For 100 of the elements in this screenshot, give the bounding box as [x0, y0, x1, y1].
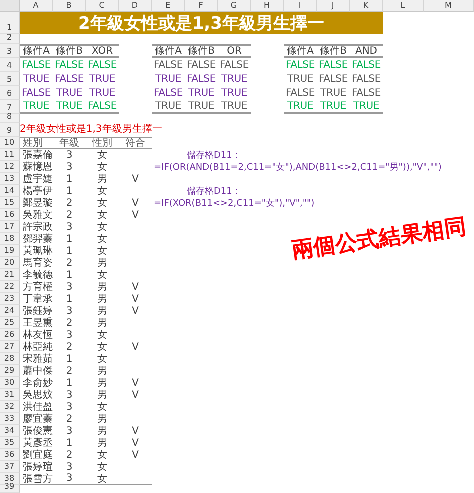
table-cell-text: 王昱熏	[22, 317, 53, 329]
row-header[interactable]: 11	[0, 149, 20, 161]
column-header[interactable]: G	[218, 0, 251, 12]
row-header[interactable]: 6	[0, 86, 20, 100]
row-header[interactable]: 8	[0, 114, 20, 123]
row-header[interactable]: 35	[0, 437, 20, 449]
table-cell-text: 1	[65, 185, 74, 197]
note-label: 儲存格D11：	[186, 186, 242, 197]
row-header[interactable]: 23	[0, 293, 20, 305]
column-header[interactable]: D	[119, 0, 152, 12]
table-cell: TRUE	[185, 100, 218, 114]
column-header[interactable]: B	[53, 0, 86, 12]
select-all-corner[interactable]	[0, 0, 20, 12]
column-header[interactable]: H	[251, 0, 284, 12]
row-header[interactable]: 3	[0, 44, 20, 58]
formula-text: =IF(XOR(B11<>2,C11="女"),"V","")	[153, 198, 316, 209]
table-header: OR	[218, 44, 251, 58]
row-header[interactable]: 26	[0, 329, 20, 341]
table-cell-text: 女	[96, 233, 108, 245]
row-header[interactable]: 7	[0, 100, 20, 114]
table-cell-text: 丁韋承	[22, 293, 53, 305]
row-header[interactable]: 25	[0, 317, 20, 329]
table-cell-text: 男	[96, 257, 108, 269]
row-header[interactable]: 4	[0, 58, 20, 72]
table-cell-text: 1	[65, 269, 74, 281]
table-cell-text: TRUE	[220, 72, 248, 86]
table-cell-text: 男	[96, 377, 108, 389]
table-header: 條件A	[20, 44, 53, 58]
column-header[interactable]: J	[317, 0, 350, 12]
row-header[interactable]: 36	[0, 449, 20, 461]
row-header[interactable]: 19	[0, 245, 20, 257]
row-header[interactable]: 20	[0, 257, 20, 269]
table-cell-text: 吳雅文	[22, 209, 53, 221]
row-header[interactable]: 5	[0, 72, 20, 86]
row-header[interactable]: 34	[0, 425, 20, 437]
table-cell-text: V	[131, 449, 140, 461]
table-cell-text: V	[131, 305, 140, 317]
table-cell-text: 2	[65, 257, 74, 269]
row-header[interactable]: 13	[0, 173, 20, 185]
table-cell-text: FALSE	[351, 86, 382, 100]
row-header[interactable]: 17	[0, 221, 20, 233]
table-cell-text: 黃珮琳	[22, 245, 53, 257]
column-header[interactable]: M	[424, 0, 474, 12]
table-header: 符合	[119, 137, 152, 149]
column-header[interactable]: I	[284, 0, 317, 12]
row-header[interactable]: 27	[0, 341, 20, 353]
table-cell-text: FALSE	[351, 72, 382, 86]
table-header: 條件B	[317, 44, 350, 58]
table-cell-text: V	[131, 341, 140, 353]
row-header[interactable]: 14	[0, 185, 20, 197]
column-header[interactable]: K	[350, 0, 383, 12]
table-cell-text: 1	[65, 173, 74, 185]
row-header[interactable]: 18	[0, 233, 20, 245]
row-header[interactable]: 16	[0, 209, 20, 221]
table-cell-text: V	[131, 437, 140, 449]
row-header[interactable]: 22	[0, 281, 20, 293]
row-header[interactable]: 12	[0, 161, 20, 173]
table-cell-text: 女	[96, 401, 108, 413]
table-cell: 女	[86, 473, 119, 485]
table-cell-text: 男	[96, 293, 108, 305]
row-header[interactable]: 30	[0, 377, 20, 389]
table-cell-text: 男	[96, 389, 108, 401]
row-header[interactable]: 2	[0, 34, 20, 44]
column-header[interactable]: A	[20, 0, 53, 12]
row-header[interactable]: 32	[0, 401, 20, 413]
table-cell-text: TRUE	[320, 86, 348, 100]
table-cell-text: 3	[65, 425, 74, 437]
table-cell-text: TRUE	[88, 72, 116, 86]
table-cell-text: FALSE	[285, 86, 316, 100]
row-header[interactable]: 15	[0, 197, 20, 209]
table-cell-text: 廖宜蓁	[22, 413, 53, 425]
table-cell-text: FALSE	[153, 58, 184, 72]
row-header[interactable]: 28	[0, 353, 20, 365]
row-header[interactable]: 1	[0, 12, 20, 34]
row-header[interactable]: 10	[0, 137, 20, 149]
row-header[interactable]: 21	[0, 269, 20, 281]
table-cell-text: 2	[65, 449, 74, 461]
column-header[interactable]: F	[185, 0, 218, 12]
table-cell-text: TRUE	[286, 72, 314, 86]
table-cell-text: 李俞妙	[22, 377, 53, 389]
table-cell-text: 女	[96, 245, 108, 257]
table-cell-text: 楊亭伊	[22, 185, 53, 197]
table-cell-text: 男	[96, 317, 108, 329]
row-header[interactable]: 29	[0, 365, 20, 377]
row-header[interactable]: 39	[0, 485, 20, 493]
list-title: 2年級女性或是1,3年級男生擇一	[20, 123, 164, 137]
table-cell-text: 1	[65, 377, 74, 389]
row-header[interactable]: 33	[0, 413, 20, 425]
column-header[interactable]: C	[86, 0, 119, 12]
row-header[interactable]: 37	[0, 461, 20, 473]
table-cell-text: 3	[65, 461, 74, 473]
table-cell-text: V	[131, 281, 140, 293]
table-cell-text: 吳思妏	[22, 389, 53, 401]
column-header[interactable]: L	[383, 0, 424, 12]
table-cell-text: 張鈺婷	[22, 305, 53, 317]
row-header[interactable]: 9	[0, 123, 20, 137]
table-cell-text: 女	[96, 269, 108, 281]
row-header[interactable]: 24	[0, 305, 20, 317]
column-header[interactable]: E	[152, 0, 185, 12]
row-header[interactable]: 31	[0, 389, 20, 401]
